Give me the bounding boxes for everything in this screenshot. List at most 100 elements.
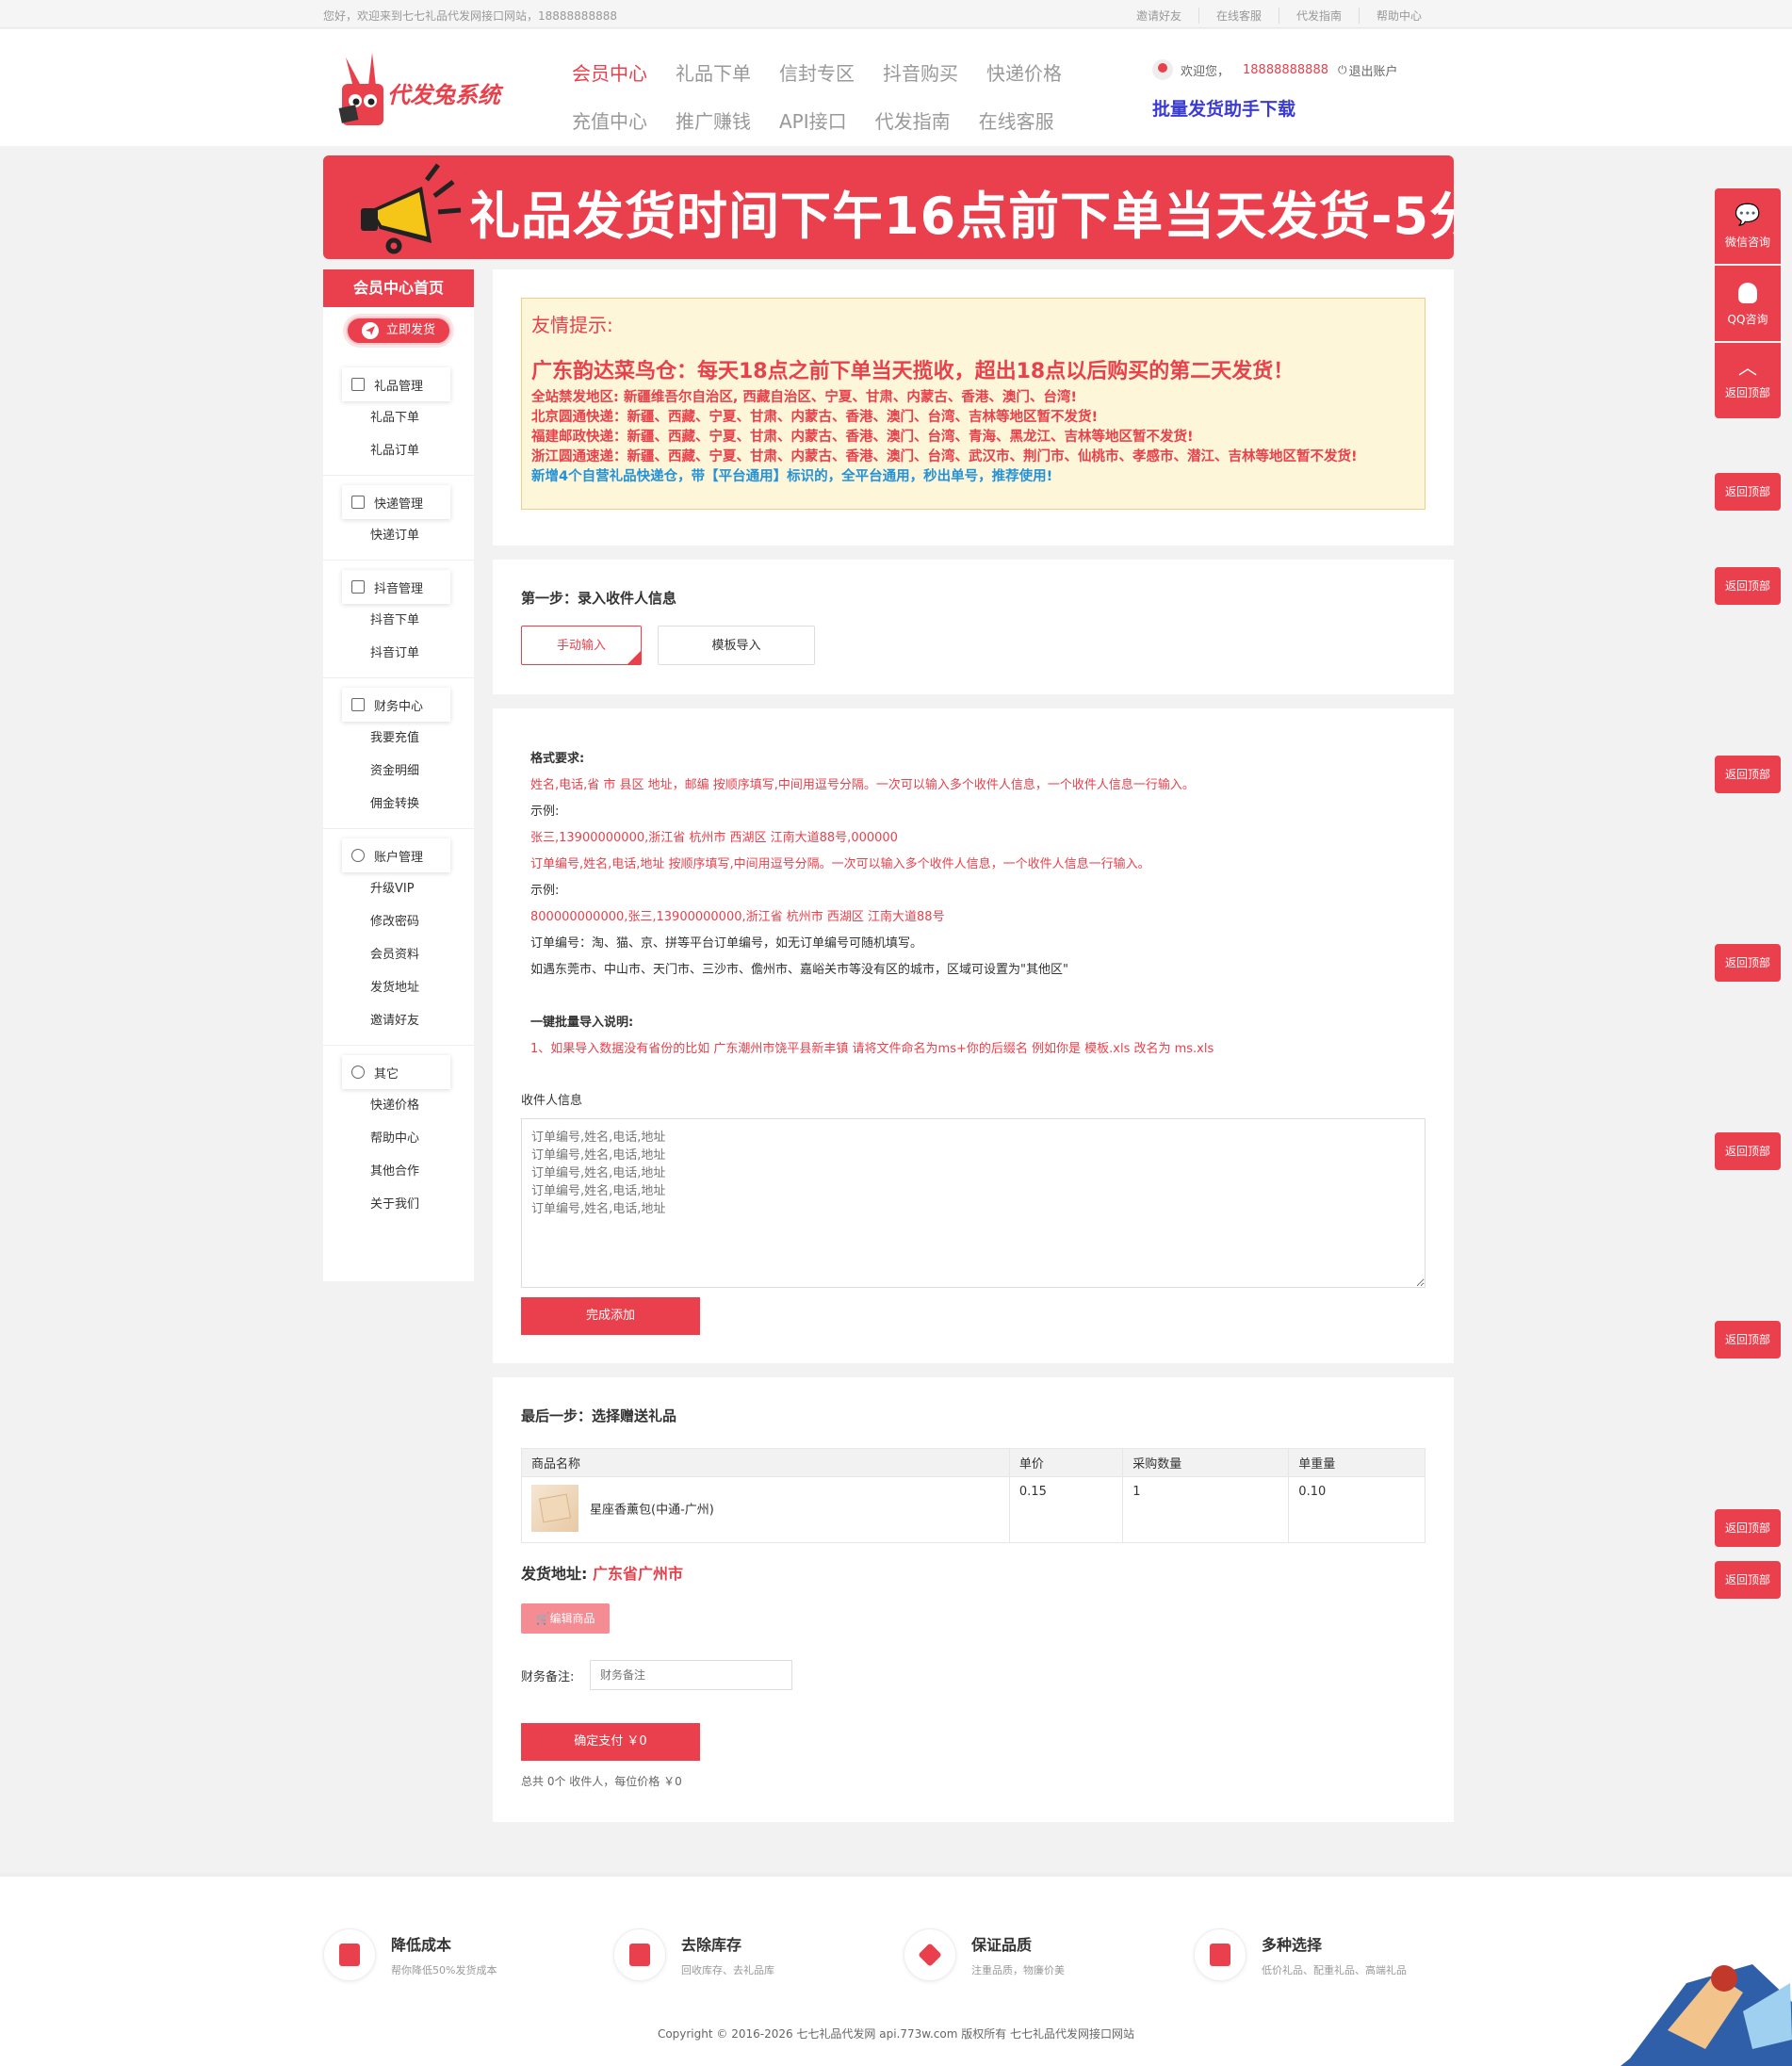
sidebar-item-about[interactable]: 关于我们 [323, 1188, 474, 1221]
sidebar-item-ship-address[interactable]: 发货地址 [323, 971, 474, 1004]
top-links: 邀请好友 在线客服 代发指南 帮助中心 [1119, 8, 1439, 24]
corner-decoration-image [1611, 1945, 1792, 2066]
boxes-icon [613, 1928, 666, 1981]
complete-add-button[interactable]: 完成添加 [521, 1297, 700, 1335]
goods-price: 0.15 [1008, 1476, 1124, 1543]
sidebar-group-title[interactable]: 快递管理 [342, 485, 450, 519]
edit-goods-button[interactable]: 🛒编辑商品 [521, 1603, 610, 1634]
download-helper-link[interactable]: 批量发货助手下载 [1152, 95, 1295, 121]
sidebar-item-cooperation[interactable]: 其他合作 [323, 1155, 474, 1188]
ship-now-label: 立即发货 [385, 323, 435, 337]
order-summary: 总共 0个 收件人，每位价格 ￥0 [521, 1775, 682, 1788]
back-to-top[interactable]: 返回顶部 [1715, 1509, 1781, 1547]
wechat-icon: 💬 [1735, 203, 1761, 227]
sidebar-group-title[interactable]: 其它 [342, 1055, 450, 1089]
tab-manual-input[interactable]: 手动输入 [521, 626, 642, 665]
sidebar-item-invite[interactable]: 邀请好友 [323, 1004, 474, 1037]
notice-blue-line: 新增4个自营礼品快递仓，带【平台通用】标识的，全平台通用，秒出单号，推荐使用! [531, 469, 1053, 484]
chevron-up-icon: ︿ [1738, 356, 1757, 379]
site-logo[interactable]: 代发兔系统 [334, 48, 513, 135]
qq-consult[interactable]: QQ咨询 [1715, 266, 1781, 341]
sidebar-item-commission[interactable]: 佣金转换 [323, 788, 474, 821]
ship-address: 发货地址: 广东省广州市 [521, 1565, 683, 1583]
sidebar-group-title[interactable]: 财务中心 [342, 688, 450, 722]
notice-line: 浙江圆通速递：新疆、西藏、宁夏、甘肃、内蒙古、香港、澳门、台湾、武汉市、荆门市、… [531, 449, 1358, 464]
wechat-consult[interactable]: 💬 微信咨询 [1715, 188, 1781, 264]
ship-address-value: 广东省广州市 [592, 1565, 683, 1583]
format-title: 格式要求: [530, 752, 585, 766]
recipient-textarea[interactable] [521, 1118, 1425, 1288]
nav-api[interactable]: API接口 [779, 106, 847, 134]
top-welcome-text: 您好，欢迎来到七七礼品代发网接口网站，18888888888 [323, 9, 617, 23]
tab-template-import[interactable]: 模板导入 [658, 626, 815, 665]
sidebar-item-upgrade-vip[interactable]: 升级VIP [323, 872, 474, 905]
feature-quality: 保证品质 注重品质，物廉价美 [904, 1928, 1065, 1981]
nav-guide[interactable]: 代发指南 [875, 106, 951, 134]
nav-express-price[interactable]: 快递价格 [986, 58, 1062, 86]
sidebar-item-douyin-order[interactable]: 抖音下单 [323, 604, 474, 637]
sidebar-group-title[interactable]: 礼品管理 [342, 367, 450, 401]
sidebar-item-express-orders[interactable]: 快递订单 [323, 519, 474, 552]
sidebar-home[interactable]: 会员中心首页 [323, 269, 474, 307]
back-to-top[interactable]: ︿ 返回顶部 [1715, 343, 1781, 418]
format-instructions: 格式要求: 姓名,电话,省 市 县区 地址，邮编 按顺序填写,中间用逗号分隔。一… [530, 746, 1416, 1063]
logout-link[interactable]: 退出账户 [1349, 61, 1398, 79]
format-example: 800000000000,张三,13900000000,浙江省 杭州市 西湖区 … [530, 910, 945, 924]
notice-line: 北京圆通快递：新疆、西藏、宁夏、甘肃、内蒙古、香港、澳门、台湾、吉林等地区暂不发… [531, 410, 1099, 425]
back-to-top[interactable]: 返回顶部 [1715, 1132, 1781, 1170]
nav-gift-order[interactable]: 礼品下单 [676, 58, 751, 86]
back-to-top[interactable]: 返回顶部 [1715, 756, 1781, 793]
ship-now-button[interactable]: 立即发货 [346, 317, 451, 345]
top-link-guide[interactable]: 代发指南 [1278, 8, 1359, 24]
sidebar-item-express-price[interactable]: 快递价格 [323, 1089, 474, 1122]
back-to-top[interactable]: 返回顶部 [1715, 1561, 1781, 1599]
nav-douyin-buy[interactable]: 抖音购买 [883, 58, 958, 86]
sidebar-item-gift-order[interactable]: 礼品下单 [323, 401, 474, 434]
svg-text:代发兔系统: 代发兔系统 [387, 82, 504, 108]
back-to-top[interactable]: 返回顶部 [1715, 1321, 1781, 1358]
cart-icon: 🛒 [535, 1612, 550, 1625]
goods-name: 星座香薰包(中通-广州) [590, 1503, 714, 1518]
nav-envelope[interactable]: 信封专区 [779, 58, 855, 86]
feature-cost: 降低成本 帮你降低50%发货成本 [323, 1928, 497, 1981]
remark-input[interactable] [590, 1660, 792, 1690]
notice-line: 福建邮政快递：新疆、西藏、宁夏、甘肃、内蒙古、香港、澳门、台湾、青海、黑龙江、吉… [531, 430, 1194, 445]
step-last-title: 最后一步：选择赠送礼品 [521, 1407, 677, 1424]
sidebar-item-help[interactable]: 帮助中心 [323, 1122, 474, 1155]
feature-choice: 多种选择 低价礼品、配重礼品、高端礼品 [1194, 1928, 1407, 1981]
back-to-top[interactable]: 返回顶部 [1715, 473, 1781, 511]
checklist-icon [1194, 1928, 1246, 1981]
format-line: 如遇东莞市、中山市、天门市、三沙市、儋州市、嘉峪关市等没有区的城市，区域可设置为… [530, 963, 1068, 977]
nav-member-center[interactable]: 会员中心 [572, 58, 647, 86]
back-to-top[interactable]: 返回顶部 [1715, 944, 1781, 982]
step1-title: 第一步：录入收件人信息 [521, 590, 677, 607]
sidebar-group-title[interactable]: 账户管理 [342, 838, 450, 872]
bag-icon [351, 378, 365, 391]
nav-recharge[interactable]: 充值中心 [572, 106, 647, 134]
goods-weight: 0.10 [1288, 1476, 1425, 1543]
nav-promote[interactable]: 推广赚钱 [676, 106, 751, 134]
sidebar-item-profile[interactable]: 会员资料 [323, 938, 474, 971]
table-row[interactable]: 星座香薰包(中通-广州) 0.15 1 0.10 [521, 1476, 1425, 1543]
qq-icon [1738, 283, 1757, 303]
top-link-service[interactable]: 在线客服 [1197, 8, 1279, 24]
bag-icon [351, 496, 365, 509]
sidebar-group-title[interactable]: 抖音管理 [342, 570, 450, 604]
sidebar-item-douyin-orders[interactable]: 抖音订单 [323, 637, 474, 670]
sidebar-item-change-password[interactable]: 修改密码 [323, 905, 474, 938]
sidebar-group-express: 快递管理 快递订单 [323, 476, 474, 561]
confirm-pay-button[interactable]: 确定支付 ￥0 [521, 1723, 700, 1761]
send-icon [361, 322, 379, 339]
batch-title: 一键批量导入说明: [530, 1016, 634, 1030]
notice-title: 友情提示: [531, 314, 613, 336]
sidebar-item-gift-orders[interactable]: 礼品订单 [323, 434, 474, 467]
top-link-invite[interactable]: 邀请好友 [1119, 8, 1198, 24]
sidebar-item-fund-detail[interactable]: 资金明细 [323, 755, 474, 788]
user-phone[interactable]: 18888888888 [1243, 63, 1328, 77]
back-to-top[interactable]: 返回顶部 [1715, 567, 1781, 605]
top-link-help[interactable]: 帮助中心 [1358, 8, 1439, 24]
nav-online-service[interactable]: 在线客服 [979, 106, 1054, 134]
sidebar-group-douyin: 抖音管理 抖音下单 抖音订单 [323, 561, 474, 678]
sidebar-group-gift: 礼品管理 礼品下单 礼品订单 [323, 358, 474, 476]
sidebar-item-recharge[interactable]: 我要充值 [323, 722, 474, 755]
